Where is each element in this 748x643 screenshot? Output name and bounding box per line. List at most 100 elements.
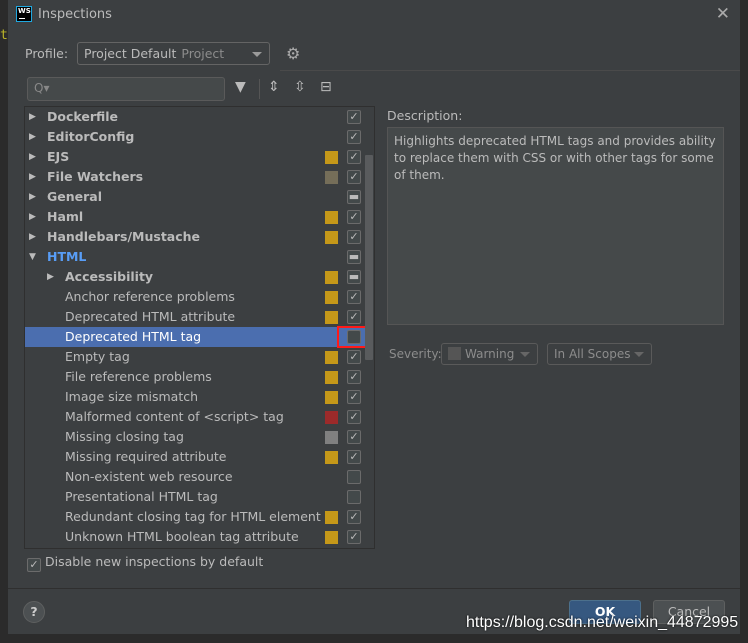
search-input[interactable]: Q▾ bbox=[27, 77, 225, 101]
inspections-dialog: t WS Inspections ✕ Profile: Project Defa… bbox=[0, 0, 748, 643]
checkbox[interactable]: ▬ bbox=[347, 250, 361, 264]
close-icon[interactable]: ✕ bbox=[716, 4, 730, 24]
checkbox[interactable]: ✓ bbox=[347, 350, 361, 364]
tree-row[interactable]: ▶ EditorConfig ✓ bbox=[25, 127, 365, 147]
tree-scrollbar[interactable] bbox=[365, 155, 373, 360]
profile-scope: Project bbox=[181, 46, 225, 61]
tree-row[interactable]: ▶ Haml ✓ bbox=[25, 207, 365, 227]
tree-row-label: Deprecated HTML attribute bbox=[65, 309, 236, 324]
tree-row[interactable]: ▶ File Watchers ✓ bbox=[25, 167, 365, 187]
editor-text: t bbox=[0, 28, 8, 43]
checkbox[interactable] bbox=[347, 490, 361, 504]
tree-row[interactable]: Missing required attribute ✓ bbox=[25, 447, 365, 467]
gear-icon[interactable]: ⚙ bbox=[286, 44, 300, 63]
tree-row[interactable]: File reference problems ✓ bbox=[25, 367, 365, 387]
tree-row[interactable]: Presentational HTML tag bbox=[25, 487, 365, 507]
divider bbox=[8, 588, 748, 589]
chevron-right-icon[interactable]: ▶ bbox=[29, 107, 36, 127]
help-button[interactable]: ? bbox=[23, 601, 45, 623]
tree-row-label: Malformed content of <script> tag bbox=[65, 409, 284, 424]
tree-row[interactable]: Deprecated HTML tag bbox=[25, 326, 373, 348]
chevron-right-icon[interactable]: ▶ bbox=[29, 227, 36, 247]
tree-row[interactable]: Anchor reference problems ✓ bbox=[25, 287, 365, 307]
severity-swatch bbox=[325, 211, 338, 224]
tree-row-label: EJS bbox=[47, 149, 70, 164]
tree-row-label: Presentational HTML tag bbox=[65, 489, 218, 504]
scope-value: In All Scopes bbox=[554, 347, 631, 361]
severity-swatch bbox=[325, 431, 338, 444]
checkbox[interactable]: ✓ bbox=[347, 310, 361, 324]
checkbox[interactable]: ✓ bbox=[347, 530, 361, 544]
inspections-tree[interactable]: ▶ Dockerfile ✓ ▶ EditorConfig ✓ ▶ EJS ✓ ▶ File Wat… bbox=[24, 106, 375, 549]
chevron-down-icon[interactable]: ▼ bbox=[29, 247, 36, 267]
tree-row[interactable]: Redundant closing tag for HTML element ✓ bbox=[25, 507, 365, 527]
tree-row-label: General bbox=[47, 189, 102, 204]
tree-row[interactable]: Non-existent web resource bbox=[25, 467, 365, 487]
chevron-right-icon[interactable]: ▶ bbox=[47, 267, 54, 287]
checkbox[interactable]: ✓ bbox=[347, 210, 361, 224]
checkbox[interactable]: ✓ bbox=[347, 290, 361, 304]
chevron-right-icon[interactable]: ▶ bbox=[29, 127, 36, 147]
tree-row[interactable]: ▶ Handlebars/Mustache ✓ bbox=[25, 227, 365, 247]
tree-row[interactable]: Image size mismatch ✓ bbox=[25, 387, 365, 407]
checkbox[interactable]: ✓ bbox=[347, 450, 361, 464]
severity-swatch bbox=[325, 411, 338, 424]
tree-row-label: Dockerfile bbox=[47, 109, 119, 124]
severity-swatch bbox=[325, 371, 338, 384]
checkbox[interactable]: ✓ bbox=[347, 410, 361, 424]
profile-dropdown[interactable]: Project Default Project bbox=[77, 42, 270, 65]
tree-row-label: Deprecated HTML tag bbox=[65, 329, 202, 344]
checkbox[interactable]: ✓ bbox=[347, 510, 361, 524]
tree-row[interactable]: ▼ HTML ▬ bbox=[25, 247, 365, 267]
expand-all-icon[interactable]: ⇕ bbox=[268, 79, 280, 95]
checkbox[interactable]: ▬ bbox=[347, 190, 361, 204]
window-title: Inspections bbox=[38, 7, 112, 22]
disable-new-inspections-checkbox[interactable]: ✓ Disable new inspections by default bbox=[27, 554, 263, 572]
tree-row[interactable]: Missing closing tag ✓ bbox=[25, 427, 365, 447]
tree-row-label: Handlebars/Mustache bbox=[47, 229, 201, 244]
tree-row[interactable]: Empty tag ✓ bbox=[25, 347, 365, 367]
tree-row[interactable]: ▶ Accessibility ▬ bbox=[25, 267, 365, 287]
webstorm-logo: WS bbox=[16, 6, 32, 22]
reset-icon[interactable]: ⊟ bbox=[320, 79, 332, 95]
chevron-down-icon bbox=[252, 52, 262, 57]
severity-swatch bbox=[325, 171, 338, 184]
severity-swatch bbox=[325, 271, 338, 284]
severity-swatch bbox=[325, 291, 338, 304]
tree-row-label: Accessibility bbox=[65, 269, 154, 284]
severity-swatch bbox=[325, 451, 338, 464]
collapse-all-icon[interactable]: ⇳ bbox=[294, 79, 306, 95]
checkbox-label: Disable new inspections by default bbox=[45, 554, 264, 569]
tree-row[interactable]: Deprecated HTML attribute ✓ bbox=[25, 307, 365, 327]
profile-value: Project Default bbox=[84, 46, 177, 61]
checkbox[interactable]: ✓ bbox=[27, 558, 41, 572]
severity-swatch bbox=[325, 151, 338, 164]
checkbox[interactable]: ✓ bbox=[347, 150, 361, 164]
checkbox[interactable] bbox=[347, 470, 361, 484]
tree-row-label: File Watchers bbox=[47, 169, 144, 184]
watermark: https://blog.csdn.net/weixin_44872995 bbox=[466, 614, 739, 631]
tree-row[interactable]: Unknown HTML boolean tag attribute ✓ bbox=[25, 527, 365, 547]
tree-row[interactable]: ▶ EJS ✓ bbox=[25, 147, 365, 167]
chevron-down-icon bbox=[520, 352, 530, 357]
chevron-right-icon[interactable]: ▶ bbox=[29, 167, 36, 187]
scope-dropdown[interactable]: In All Scopes bbox=[547, 343, 652, 365]
severity-swatch bbox=[325, 231, 338, 244]
chevron-right-icon[interactable]: ▶ bbox=[29, 187, 36, 207]
tree-row[interactable]: ▶ Dockerfile ✓ bbox=[25, 107, 365, 127]
severity-dropdown[interactable]: Warning bbox=[441, 343, 538, 365]
filter-icon[interactable]: ▼ bbox=[235, 79, 246, 95]
checkbox[interactable]: ✓ bbox=[347, 130, 361, 144]
chevron-right-icon[interactable]: ▶ bbox=[29, 147, 36, 167]
tree-row[interactable]: ▶ General ▬ bbox=[25, 187, 365, 207]
tree-row[interactable]: Malformed content of <script> tag ✓ bbox=[25, 407, 365, 427]
checkbox[interactable]: ✓ bbox=[347, 370, 361, 384]
tree-row-label: Empty tag bbox=[65, 349, 130, 364]
checkbox[interactable]: ✓ bbox=[347, 230, 361, 244]
chevron-right-icon[interactable]: ▶ bbox=[29, 207, 36, 227]
checkbox[interactable]: ✓ bbox=[347, 430, 361, 444]
checkbox[interactable]: ✓ bbox=[347, 170, 361, 184]
checkbox[interactable]: ✓ bbox=[347, 390, 361, 404]
checkbox[interactable]: ✓ bbox=[347, 110, 361, 124]
checkbox[interactable]: ▬ bbox=[347, 270, 361, 284]
